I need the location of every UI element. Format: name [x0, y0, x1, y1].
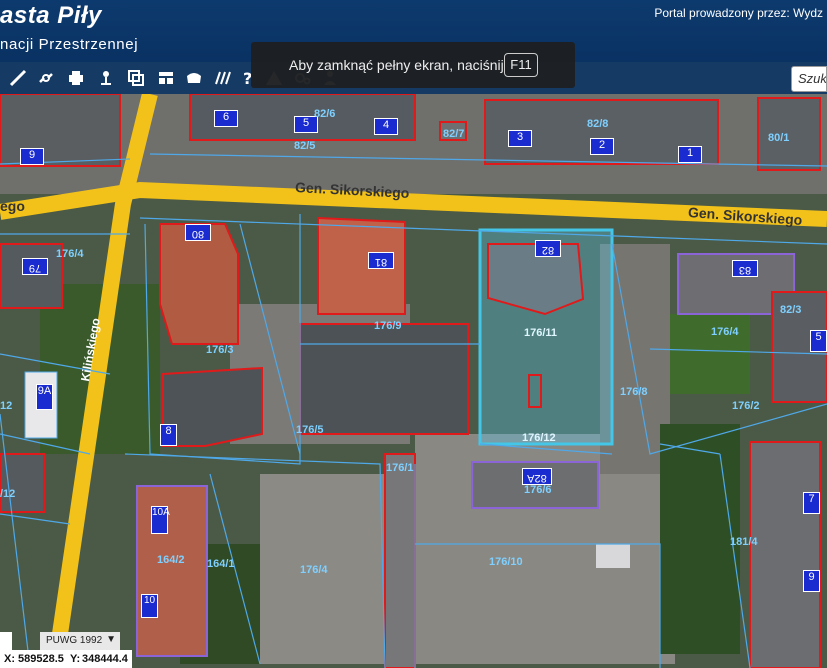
- parcel-label: 82/6: [314, 108, 336, 120]
- street-label: ego: [0, 198, 25, 214]
- status-bar: PUWG 1992 ▼ X: 589528.5 Y: 348444.4: [0, 632, 827, 668]
- building-number[interactable]: 80: [185, 224, 211, 241]
- parcel-label: 176/12: [522, 432, 556, 444]
- building-number[interactable]: 9A: [36, 384, 53, 410]
- parcel-label: 176/4: [711, 326, 739, 338]
- building-number[interactable]: 83: [732, 260, 758, 277]
- link-icon[interactable]: [34, 66, 58, 90]
- building-number[interactable]: 82: [535, 240, 561, 257]
- parcel-label: 176/1: [386, 462, 414, 474]
- building-number[interactable]: 82A: [522, 468, 552, 485]
- building-number[interactable]: 7: [803, 492, 820, 514]
- parcel-label: 176/6: [524, 484, 552, 496]
- crs-selector[interactable]: PUWG 1992 ▼: [40, 632, 120, 650]
- parcel-label: 12: [0, 400, 13, 412]
- fullscreen-notice: Aby zamknąć pełny ekran, naciśnij F11: [251, 42, 575, 88]
- parcel-label: 82/5: [294, 140, 316, 152]
- grid-icon[interactable]: [154, 66, 178, 90]
- ruler-icon[interactable]: [6, 66, 30, 90]
- map-view[interactable]: Gen. Sikorskiego Gen. Sikorskiego Kilińs…: [0, 94, 827, 668]
- building-number[interactable]: 10A: [151, 506, 170, 534]
- parcel-label: 80/1: [768, 132, 790, 144]
- parcel-label: 82/3: [780, 304, 802, 316]
- coordinates-readout: X: 589528.5 Y: 348444.4: [0, 650, 132, 668]
- hatch-icon[interactable]: [210, 66, 234, 90]
- building-number[interactable]: 9: [803, 570, 820, 592]
- building-number[interactable]: 10: [141, 594, 158, 618]
- app-title: asta Piły: [0, 2, 102, 29]
- x-coordinate: 589528.5: [18, 653, 64, 665]
- parcel-label: 176/4: [56, 248, 84, 260]
- building-number[interactable]: 81: [368, 252, 394, 269]
- f11-key-badge: F11: [504, 53, 538, 77]
- parcel-label: 82/7: [443, 128, 465, 140]
- crs-value: PUWG 1992: [46, 635, 103, 646]
- pin-icon[interactable]: [94, 66, 118, 90]
- scale-corner: [0, 632, 12, 650]
- y-coordinate: 348444.4: [82, 653, 128, 665]
- x-coordinate-label: X:: [4, 653, 15, 665]
- building-number[interactable]: 4: [374, 118, 398, 135]
- map-canvas[interactable]: [0, 94, 827, 668]
- building-number[interactable]: 9: [20, 148, 44, 165]
- building-number[interactable]: 1: [678, 146, 702, 163]
- search-input[interactable]: Szuk: [791, 66, 827, 92]
- parcel-label: 176/3: [206, 344, 234, 356]
- building-number[interactable]: 5: [810, 330, 827, 352]
- app-subtitle: nacji Przestrzennej: [0, 36, 139, 53]
- parcel-label: 82/8: [587, 118, 609, 130]
- parcel-label: 176/8: [620, 386, 648, 398]
- parcel-label: 181/4: [730, 536, 758, 548]
- shape-icon[interactable]: [182, 66, 206, 90]
- y-coordinate-label: Y:: [70, 653, 81, 665]
- building-number[interactable]: 6: [214, 110, 238, 127]
- chevron-down-icon: ▼: [106, 634, 116, 645]
- parcel-label: /12: [0, 488, 16, 500]
- parcel-label: 176/9: [374, 320, 402, 332]
- layers-icon[interactable]: [124, 66, 148, 90]
- building-number[interactable]: 8: [160, 424, 177, 446]
- parcel-label: 176/11: [524, 327, 558, 339]
- building-number[interactable]: 3: [508, 130, 532, 147]
- parcel-label: 176/5: [296, 424, 324, 436]
- parcel-label: 176/10: [489, 556, 523, 568]
- print-icon[interactable]: [64, 66, 88, 90]
- building-number[interactable]: 2: [590, 138, 614, 155]
- parcel-label: 176/4: [300, 564, 328, 576]
- building-number[interactable]: 79: [22, 258, 48, 275]
- parcel-label: 164/1: [207, 558, 235, 570]
- fullscreen-notice-text: Aby zamknąć pełny ekran, naciśnij: [289, 57, 504, 73]
- parcel-label: 176/2: [732, 400, 760, 412]
- portal-operator-text: Portal prowadzony przez: Wydz: [654, 6, 823, 20]
- parcel-label: 164/2: [157, 554, 185, 566]
